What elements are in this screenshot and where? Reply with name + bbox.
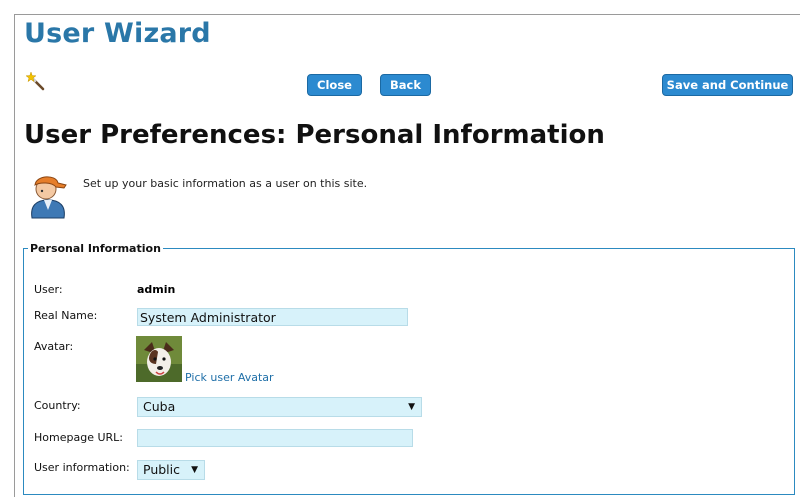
- dog-avatar-image[interactable]: [136, 336, 182, 382]
- close-button[interactable]: Close: [307, 74, 362, 96]
- country-select[interactable]: Cuba ▼: [137, 397, 422, 417]
- user-information-label: User information:: [34, 461, 130, 474]
- homepage-url-input[interactable]: [137, 429, 413, 447]
- wizard-title: User Wizard: [24, 18, 211, 49]
- avatar-label: Avatar:: [34, 340, 74, 353]
- user-information-selected-value: Public: [143, 462, 180, 477]
- user-value: admin: [137, 283, 176, 296]
- pick-user-avatar-link[interactable]: Pick user Avatar: [185, 371, 274, 384]
- country-label: Country:: [34, 399, 81, 412]
- save-and-continue-button[interactable]: Save and Continue: [662, 74, 793, 96]
- intro-text: Set up your basic information as a user …: [83, 177, 368, 190]
- user-label: User:: [34, 283, 63, 296]
- chevron-down-icon: ▼: [408, 402, 415, 412]
- back-button[interactable]: Back: [380, 74, 431, 96]
- real-name-label: Real Name:: [34, 309, 98, 322]
- user-avatar-icon: [31, 176, 67, 219]
- homepage-url-label: Homepage URL:: [34, 431, 123, 444]
- country-selected-value: Cuba: [143, 399, 176, 414]
- chevron-down-icon: ▼: [191, 465, 198, 475]
- page-title: User Preferences: Personal Information: [24, 120, 605, 150]
- user-information-select[interactable]: Public ▼: [137, 460, 205, 480]
- real-name-input[interactable]: [137, 308, 408, 326]
- fieldset-legend: Personal Information: [30, 242, 161, 255]
- magic-wand-icon: [26, 72, 45, 91]
